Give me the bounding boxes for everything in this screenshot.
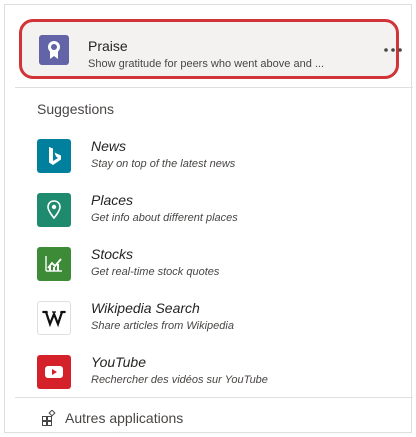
stock-chart-icon bbox=[37, 247, 71, 281]
wikipedia-logo-icon bbox=[37, 301, 71, 335]
suggestion-description: Share articles from Wikipedia bbox=[91, 320, 234, 332]
badge-icon bbox=[39, 35, 69, 65]
bing-logo-icon bbox=[37, 139, 71, 173]
add-apps-icon bbox=[41, 409, 57, 426]
suggestion-item-news[interactable]: News Stay on top of the latest news bbox=[37, 137, 387, 177]
suggestion-name: YouTube bbox=[91, 354, 147, 370]
praise-title: Praise bbox=[88, 38, 128, 54]
praise-app-item[interactable]: Praise Show gratitude for peers who went… bbox=[19, 19, 402, 79]
app-picker-panel: Praise Show gratitude for peers who went… bbox=[4, 4, 413, 433]
divider bbox=[15, 397, 413, 398]
divider bbox=[15, 87, 413, 88]
suggestion-description: Get info about different places bbox=[91, 212, 238, 224]
suggestion-name: News bbox=[91, 138, 127, 154]
youtube-logo-icon bbox=[37, 355, 71, 389]
more-apps-link[interactable]: Autres applications bbox=[41, 409, 241, 431]
suggestion-item-youtube[interactable]: YouTube Rechercher des vidéos sur YouTub… bbox=[37, 353, 387, 393]
suggestion-description: Rechercher des vidéos sur YouTube bbox=[91, 374, 268, 386]
suggestion-description: Get real-time stock quotes bbox=[91, 266, 220, 278]
map-pin-icon bbox=[37, 193, 71, 227]
suggestion-item-wikipedia-search[interactable]: Wikipedia Search Share articles from Wik… bbox=[37, 299, 387, 339]
more-horizontal-icon[interactable] bbox=[382, 44, 404, 56]
suggestion-item-stocks[interactable]: Stocks Get real-time stock quotes bbox=[37, 245, 387, 285]
suggestions-heading: Suggestions bbox=[37, 101, 115, 117]
suggestion-item-places[interactable]: Places Get info about different places bbox=[37, 191, 387, 231]
suggestion-name: Stocks bbox=[91, 246, 134, 262]
suggestion-name: Wikipedia Search bbox=[91, 300, 200, 316]
praise-description: Show gratitude for peers who went above … bbox=[88, 58, 325, 70]
suggestion-description: Stay on top of the latest news bbox=[91, 158, 236, 170]
more-apps-label: Autres applications bbox=[65, 410, 184, 426]
suggestion-name: Places bbox=[91, 192, 134, 208]
